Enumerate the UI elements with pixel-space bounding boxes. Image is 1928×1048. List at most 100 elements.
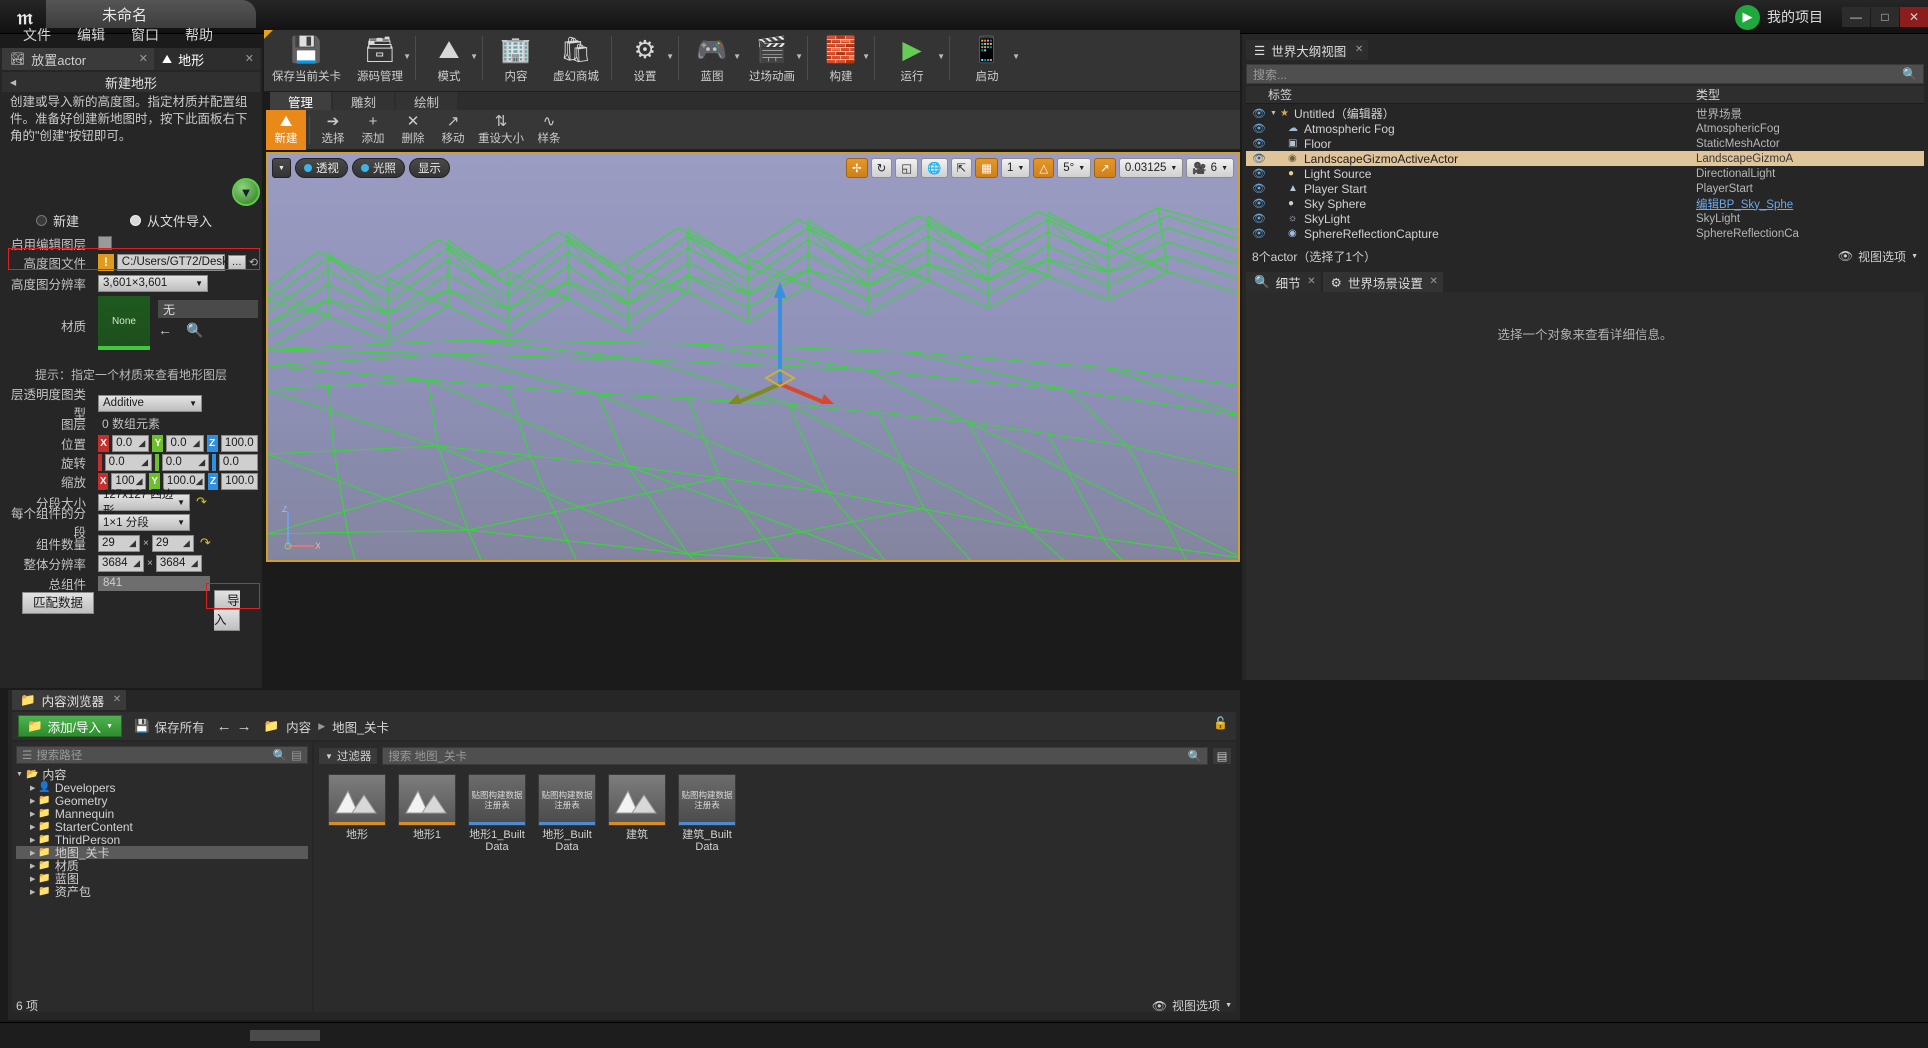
search-icon[interactable]: 🔍 [273,748,287,762]
outliner-row-floor[interactable]: 👁 ▣ Floor StaticMeshActor [1246,136,1924,151]
tree-item-assetpacks[interactable]: ▶ 📁 资产包 [16,885,308,899]
heightmap-file-input[interactable]: C:/Users/GT72/Deskto [116,253,237,271]
menu-item-edit[interactable]: 编辑 [66,23,116,47]
tree-item-content[interactable]: ▼ 📂 内容 [16,768,308,782]
breadcrumb-item-maps[interactable]: 地图_关卡 [332,717,389,736]
location-y-input[interactable]: 0.0 ◢ [166,434,204,452]
chevron-down-icon[interactable]: ▼ [795,52,803,61]
arrow-left-icon[interactable]: ← [217,718,232,735]
toolbar-marketplace[interactable]: 🛍 虚幻商城 [545,30,607,92]
reset-component-count-icon[interactable]: ↷ [200,535,211,551]
angle-snap-value[interactable]: 5° ▼ [1057,158,1092,178]
close-icon[interactable]: ✕ [1429,276,1437,287]
tab-sculpt[interactable]: 雕刻 [333,92,395,110]
viewport-show-button[interactable]: 显示 [408,158,450,178]
expander-icon[interactable]: ▶ [30,797,35,805]
component-count-y-input[interactable]: 29 ◢ [151,534,194,552]
search-icon[interactable]: 🔍 [1188,749,1202,763]
add-import-button[interactable]: 📁 添加/导入 ▼ [18,715,122,737]
tab-place-actor[interactable]: 🏞 放置actor ✕ [2,48,154,70]
outliner-row-atmospheric-fog[interactable]: 👁 ☁ Atmospheric Fog AtmosphericFog [1246,121,1924,136]
close-icon[interactable]: ✕ [113,694,121,705]
asset-item[interactable]: 贴图构建数据注册表 地形1_Built Data [468,774,526,853]
outliner-row-world[interactable]: 👁 ▼ ★ Untitled（编辑器） 世界场景 [1246,106,1924,121]
level-viewport[interactable]: Z X ▼ 透视 光照 显示 ✢ ↻ ◱ [266,152,1240,562]
close-icon[interactable]: ✕ [1307,276,1315,287]
asset-search-input[interactable]: 搜索 地图_关卡 🔍 [382,747,1208,765]
content-browser-view-options[interactable]: 👁 视图选项 ▼ [1152,997,1232,1014]
section-size-select[interactable]: 127x127 四边形 ▼ [98,489,190,517]
angle-snap-toggle[interactable]: △ [1033,158,1055,178]
tool-add[interactable]: + 添加 [353,110,393,150]
path-search-input[interactable]: ☰ 搜索路径 🔍 ▤ [16,746,308,764]
filter-button[interactable]: ▼ 过滤器 [318,747,379,765]
outliner-row-player-start[interactable]: 👁 ▲ Player Start PlayerStart [1246,181,1924,196]
arrow-right-icon[interactable]: → [237,718,252,735]
expander-icon[interactable]: ▼ [1270,110,1277,117]
rotation-z-input[interactable]: 0.0 [218,453,259,471]
close-icon[interactable]: ✕ [139,52,148,65]
tab-content-browser[interactable]: 📁 内容浏览器 ✕ [12,690,127,710]
outliner-row-landscape-gizmo[interactable]: 👁 ◉ LandscapeGizmoActiveActor LandscapeG… [1246,151,1924,166]
toolbar-play[interactable]: ▶ 运行 ▼ [879,30,946,92]
taskbar-item[interactable] [250,1030,320,1041]
save-all-button[interactable]: 💾 保存所有 [134,717,205,736]
outliner-row-sphere-reflection-capture[interactable]: 👁 ◉ SphereReflectionCapture SphereReflec… [1246,226,1924,241]
asset-item[interactable]: 地形 [328,774,386,853]
tab-paint[interactable]: 绘制 [396,92,458,110]
tool-move[interactable]: ↗ 移动 [433,110,473,150]
browse-asset-icon[interactable]: 🔍 [186,322,203,339]
eye-icon[interactable]: 👁 [1252,212,1266,225]
chevron-down-icon[interactable]: ▼ [937,52,945,61]
tool-delete[interactable]: ✕ 删除 [393,110,433,150]
tool-new[interactable]: ⛰ 新建 [266,109,306,150]
menu-item-file[interactable]: 文件 [12,23,62,47]
material-thumbnail[interactable]: None [98,296,150,350]
asset-view-settings-button[interactable]: ▤ [1212,747,1232,765]
my-project-button[interactable]: ▶ 我的项目 [1735,4,1823,30]
location-z-input[interactable]: 100.0 [220,434,258,452]
eye-icon[interactable]: 👁 [1252,227,1266,240]
outliner-view-options-button[interactable]: 👁 视图选项 ▼ [1838,248,1918,265]
chevron-down-icon[interactable]: ▼ [733,52,741,61]
scale-snap-value[interactable]: 0.03125 ▼ [1118,158,1184,178]
tab-manage[interactable]: 管理 [270,92,332,110]
rotation-x-input[interactable]: 0.0 ◢ [104,453,153,471]
chevron-down-icon[interactable]: ▼ [470,52,478,61]
chevron-down-icon[interactable]: ▼ [1012,52,1020,61]
tab-landscape[interactable]: ⛰ 地形 ✕ [154,48,260,70]
lock-icon[interactable]: 🔓 [1213,716,1228,730]
eye-icon[interactable]: 👁 [1252,122,1266,135]
reset-section-size-icon[interactable]: ↷ [196,494,207,510]
expander-icon[interactable]: ▶ [30,784,35,792]
toolbar-build[interactable]: 🧱 构建 ▼ [812,30,870,92]
grid-size-value[interactable]: 1 ▼ [1001,158,1031,178]
close-button[interactable]: ✕ [1900,7,1928,27]
new-landscape-section-header[interactable]: ◀ 新建地形 [2,72,260,92]
eye-icon[interactable]: 👁 [1252,152,1266,165]
overall-resolution-x-input[interactable]: 3684 ◢ [98,554,144,572]
tab-world-outliner[interactable]: ☰ 世界大纲视图 ✕ [1246,40,1369,60]
toolbar-blueprints[interactable]: 🎮 蓝图 ▼ [683,30,741,92]
overall-resolution-y-input[interactable]: 3684 ◢ [155,554,202,572]
chevron-down-icon[interactable]: ▼ [666,52,674,61]
expander-icon[interactable]: ▶ [30,823,35,831]
heightmap-resolution-select[interactable]: 3,601×3,601 ▼ [98,274,208,292]
toolbar-settings[interactable]: ⚙ 设置 ▼ [616,30,675,92]
toolbar-modes[interactable]: ⛰ 模式 ▼ [420,30,479,92]
close-icon[interactable]: ✕ [1355,44,1363,55]
enable-edit-layers-checkbox[interactable] [98,236,112,250]
expander-icon[interactable]: ▶ [30,810,35,818]
outliner-column-type[interactable]: 类型 [1696,86,1720,103]
radio-new[interactable]: 新建 [36,211,79,230]
viewport-perspective-button[interactable]: 透视 [294,158,348,178]
location-x-input[interactable]: 0.0 ◢ [112,434,150,452]
rotate-mode-button[interactable]: ↻ [870,158,893,178]
tool-resize[interactable]: ⇅ 重设大小 [473,110,529,150]
toolbar-source-control[interactable]: 🗃 源码管理 ▼ [349,30,411,92]
asset-item[interactable]: 地形1 [398,774,456,853]
maximize-button[interactable]: □ [1871,7,1899,27]
layer-alpha-type-select[interactable]: Additive ▼ [98,394,202,412]
sections-per-component-select[interactable]: 1×1 分段 ▼ [98,513,190,531]
scale-mode-button[interactable]: ◱ [895,158,919,178]
